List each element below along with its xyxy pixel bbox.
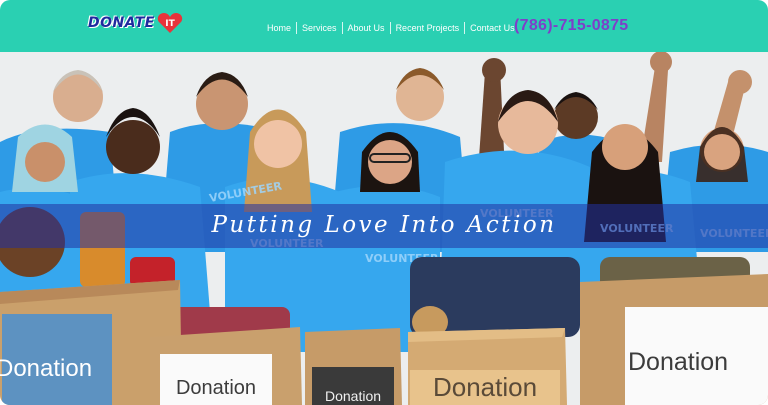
nav-about-us[interactable]: About Us xyxy=(341,22,390,34)
donation-box-label: Donation xyxy=(324,388,382,404)
logo-text: DONATE xyxy=(88,15,155,31)
donation-box-label: Donation xyxy=(0,355,93,382)
site-logo[interactable]: DONATE IT xyxy=(88,9,183,37)
heart-icon: IT xyxy=(157,12,183,34)
hero-banner: VOLUNTEER VOLUNTEER VOLUNTEER VOLUNTEER … xyxy=(0,52,768,405)
nav-recent-projects[interactable]: Recent Projects xyxy=(389,22,465,34)
nav-home[interactable]: Home xyxy=(262,22,296,34)
phone-number[interactable]: (786)-715-0875 xyxy=(514,17,629,35)
donation-box-label: Donation xyxy=(175,377,257,399)
nav-services[interactable]: Services xyxy=(296,22,342,34)
donation-box-label: Donation xyxy=(432,372,538,402)
main-nav: Home Services About Us Recent Projects C… xyxy=(262,22,520,34)
page-frame: DONATE IT Home Services About Us Recent … xyxy=(0,0,768,405)
logo-heart-letter: IT xyxy=(165,19,175,29)
nav-contact-us[interactable]: Contact Us xyxy=(464,22,520,34)
site-header: DONATE IT Home Services About Us Recent … xyxy=(0,0,768,52)
hero-tagline: Putting Love Into Action xyxy=(211,212,557,238)
donation-box-label: Donation xyxy=(628,348,729,376)
